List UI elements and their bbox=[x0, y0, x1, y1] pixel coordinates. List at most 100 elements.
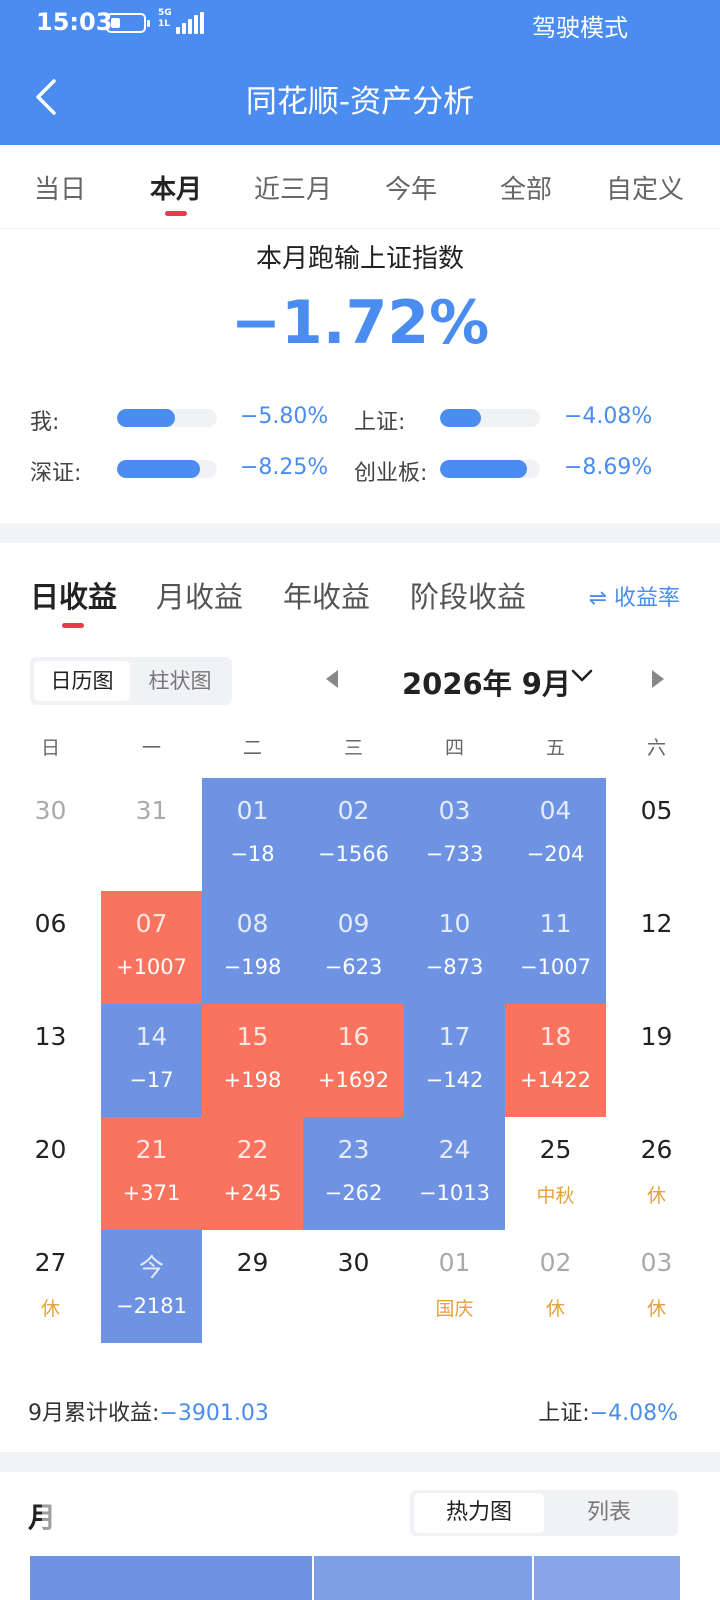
calendar-day[interactable]: 16 +1692 bbox=[303, 1004, 404, 1117]
calendar-day-number: 05 bbox=[640, 796, 673, 825]
calendar-day[interactable]: 22 +245 bbox=[202, 1117, 303, 1230]
tab-this-month[interactable]: 本月 bbox=[150, 169, 202, 206]
nav-bar: 同花顺-资产分析 bbox=[0, 47, 720, 145]
calendar-day-number: 16 bbox=[337, 1022, 370, 1051]
calendar-day[interactable]: 11 −1007 bbox=[505, 891, 606, 1004]
calendar-day[interactable]: 25 中秋 bbox=[505, 1117, 606, 1230]
calendar-day[interactable]: 01 国庆 bbox=[404, 1230, 505, 1343]
calendar-day[interactable]: 03 −733 bbox=[404, 778, 505, 891]
comparison-bar-fill bbox=[117, 409, 175, 427]
calendar-day[interactable]: 09 −623 bbox=[303, 891, 404, 1004]
calendar-day[interactable]: 30 bbox=[0, 778, 101, 891]
calendar-day[interactable]: 05 bbox=[606, 778, 707, 891]
calendar-day[interactable]: 01 −18 bbox=[202, 778, 303, 891]
calendar-day[interactable]: 06 bbox=[0, 891, 101, 1004]
weekday-label: 一 bbox=[141, 737, 161, 759]
calendar-day-number: 03 bbox=[438, 796, 471, 825]
list-button[interactable]: 列表 bbox=[544, 1493, 674, 1533]
calendar-day-pnl: +245 bbox=[223, 1181, 282, 1205]
calendar-day[interactable]: 20 bbox=[0, 1117, 101, 1230]
previous-month-icon[interactable] bbox=[326, 670, 338, 688]
calendar-day[interactable]: 12 bbox=[606, 891, 707, 1004]
calendar-day-pnl: −262 bbox=[324, 1181, 383, 1205]
calendar-day-number: 29 bbox=[236, 1248, 269, 1277]
calendar-day[interactable]: 今 −2181 bbox=[101, 1230, 202, 1343]
tab-monthly-income[interactable]: 月收益 bbox=[156, 574, 243, 616]
calendar-day[interactable]: 08 −198 bbox=[202, 891, 303, 1004]
calendar-day[interactable]: 13 bbox=[0, 1004, 101, 1117]
comparison-label: 深证: bbox=[30, 461, 82, 486]
next-month-icon[interactable] bbox=[652, 670, 664, 688]
comparison-bar bbox=[117, 409, 217, 427]
calendar-day[interactable]: 21 +371 bbox=[101, 1117, 202, 1230]
calendar-day[interactable]: 03 休 bbox=[606, 1230, 707, 1343]
weekday-label: 五 bbox=[545, 737, 565, 759]
calendar-holiday-label: 休 bbox=[646, 1185, 666, 1207]
comparison-bar-fill bbox=[440, 460, 527, 478]
weekday-label: 三 bbox=[343, 737, 363, 759]
calendar-day[interactable]: 23 −262 bbox=[303, 1117, 404, 1230]
comparison-value: −4.08% bbox=[564, 404, 653, 429]
calendar-day-pnl: −1007 bbox=[519, 955, 592, 979]
calendar-day-pnl: +1692 bbox=[317, 1068, 390, 1092]
calendar-day[interactable]: 15 +198 bbox=[202, 1004, 303, 1117]
tab-all[interactable]: 全部 bbox=[500, 169, 552, 206]
calendar-day-number: 17 bbox=[438, 1022, 471, 1051]
calendar-day-pnl: −204 bbox=[526, 842, 585, 866]
page-title: 同花顺-资产分析 bbox=[245, 84, 475, 120]
calendar-day[interactable]: 26 休 bbox=[606, 1117, 707, 1230]
section-divider bbox=[0, 1452, 720, 1472]
calendar-day-number: 20 bbox=[34, 1135, 67, 1164]
view-toggle: 日历图 柱状图 bbox=[30, 657, 232, 705]
tab-stage-income[interactable]: 阶段收益 bbox=[410, 574, 526, 616]
tab-daily-income[interactable]: 日收益 bbox=[30, 574, 117, 616]
calendar-holiday-label: 休 bbox=[40, 1298, 60, 1320]
calendar-day-number: 09 bbox=[337, 909, 370, 938]
return-rate-link[interactable]: ⇌ 收益率 bbox=[589, 580, 680, 612]
calendar-day[interactable]: 07 +1007 bbox=[101, 891, 202, 1004]
comparison-label: 我: bbox=[30, 410, 60, 435]
monthly-total-value: −3901.03 bbox=[159, 1401, 269, 1426]
calendar-day-pnl: −17 bbox=[129, 1068, 174, 1092]
calendar-day[interactable]: 24 −1013 bbox=[404, 1117, 505, 1230]
calendar-day[interactable]: 04 −204 bbox=[505, 778, 606, 891]
calendar-day-number: 01 bbox=[438, 1248, 471, 1277]
calendar-view-button[interactable]: 日历图 bbox=[34, 661, 130, 701]
calendar-day[interactable]: 17 −142 bbox=[404, 1004, 505, 1117]
chevron-down-icon[interactable] bbox=[570, 668, 594, 684]
heatmap-preview bbox=[30, 1556, 680, 1600]
drive-mode-label[interactable]: 驾驶模式 bbox=[532, 8, 628, 43]
calendar-day[interactable]: 18 +1422 bbox=[505, 1004, 606, 1117]
tab-yearly-income[interactable]: 年收益 bbox=[283, 574, 370, 616]
calendar-day[interactable]: 10 −873 bbox=[404, 891, 505, 1004]
tab-custom[interactable]: 自定义 bbox=[606, 169, 684, 206]
calendar-day[interactable]: 31 bbox=[101, 778, 202, 891]
calendar-day[interactable]: 02 休 bbox=[505, 1230, 606, 1343]
comparison-value: −8.25% bbox=[240, 455, 329, 480]
calendar-day-number: 15 bbox=[236, 1022, 269, 1051]
calendar-day-pnl: −198 bbox=[223, 955, 282, 979]
comparison-bar bbox=[117, 460, 217, 478]
heatmap-button[interactable]: 热力图 bbox=[414, 1493, 544, 1533]
calendar-day-number: 06 bbox=[34, 909, 67, 938]
month-selector[interactable]: 2026年 9月 bbox=[402, 661, 571, 703]
comparison-label: 创业板: bbox=[354, 461, 428, 486]
calendar-day[interactable]: 14 −17 bbox=[101, 1004, 202, 1117]
comparison-label: 上证: bbox=[354, 410, 406, 435]
calendar-day[interactable]: 29 bbox=[202, 1230, 303, 1343]
calendar-day[interactable]: 27 休 bbox=[0, 1230, 101, 1343]
tab-today[interactable]: 当日 bbox=[34, 169, 86, 206]
active-tab-indicator bbox=[165, 211, 187, 216]
tab-three-months[interactable]: 近三月 bbox=[254, 169, 332, 206]
calendar-day[interactable]: 19 bbox=[606, 1004, 707, 1117]
section-divider bbox=[0, 523, 720, 543]
calendar-day-number: 03 bbox=[640, 1248, 673, 1277]
summary-value: −1.72% bbox=[230, 288, 490, 358]
bar-view-button[interactable]: 柱状图 bbox=[132, 661, 228, 701]
calendar-day-number: 26 bbox=[640, 1135, 673, 1164]
index-total-label: 上证: bbox=[538, 1401, 590, 1426]
calendar-day-pnl: +198 bbox=[223, 1068, 282, 1092]
calendar-day[interactable]: 30 bbox=[303, 1230, 404, 1343]
tab-this-year[interactable]: 今年 bbox=[385, 169, 437, 206]
calendar-day[interactable]: 02 −1566 bbox=[303, 778, 404, 891]
